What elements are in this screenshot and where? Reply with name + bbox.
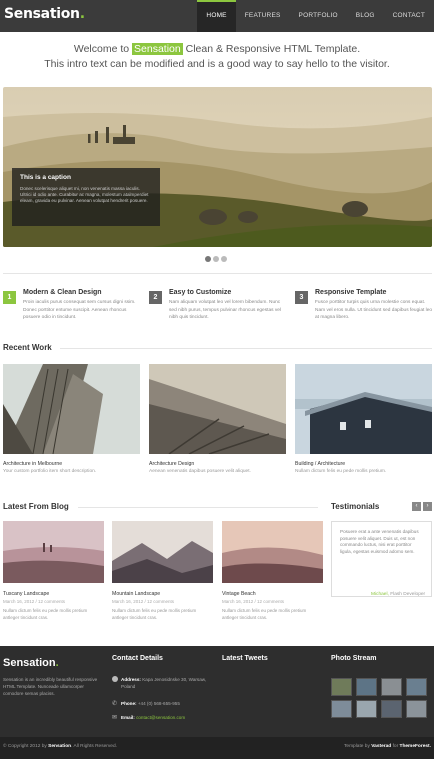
divider <box>3 273 432 274</box>
site-logo[interactable]: Sensation. <box>4 6 85 22</box>
photo-stream-title: Photo Stream <box>331 655 377 662</box>
work-item[interactable]: Building / Architecture Nullam dictum fe… <box>295 364 432 474</box>
testimonials-title: Testimonials <box>331 502 380 511</box>
location-icon <box>112 676 118 682</box>
contact-title: Contact Details <box>112 655 163 662</box>
nav-portfolio[interactable]: PORTFOLIO <box>290 0 347 32</box>
photo-thumbnail[interactable] <box>356 678 377 696</box>
divider <box>60 348 432 349</box>
slider-caption: This is a caption Donec scelerisque aliq… <box>12 168 160 226</box>
photo-thumbnail[interactable] <box>331 678 352 696</box>
testimonial-box: Posuere erat a ante venenatis dapibus po… <box>331 521 432 597</box>
nav-blog[interactable]: BLOG <box>347 0 384 32</box>
email-icon: ✉ <box>112 715 118 721</box>
blog-thumbnail[interactable] <box>222 521 323 583</box>
divider <box>78 507 318 508</box>
photo-stream-grid <box>331 678 427 718</box>
work-item[interactable]: Architecture in Melbourne Your custom po… <box>3 364 140 474</box>
intro-highlight: Sensation <box>132 43 183 55</box>
photo-thumbnail[interactable] <box>381 700 402 718</box>
email[interactable]: Email: contact@sensation.com <box>121 714 185 721</box>
next-arrow-icon[interactable]: › <box>423 502 432 511</box>
feature-easy-customize: 2 Easy to Customize Nam aliquam volutpat… <box>149 289 289 329</box>
photo-thumbnail[interactable] <box>381 678 402 696</box>
blog-post[interactable]: Tuscany Landscape March 16, 2012 / 12 co… <box>3 521 104 621</box>
slider-pagination <box>205 256 227 262</box>
slider-dot[interactable] <box>205 256 211 262</box>
blog-post[interactable]: Mountain Landscape March 16, 2012 / 12 c… <box>112 521 213 621</box>
intro-text: Welcome to Sensation Clean & Responsive … <box>44 43 390 70</box>
feature-modern-design: 1 Modern & Clean Design Proin iaculis pu… <box>3 289 143 329</box>
slider-dot[interactable] <box>221 256 227 262</box>
feature-number-badge: 1 <box>3 291 16 304</box>
work-item[interactable]: Architecture Design Aenean venenatis dap… <box>149 364 286 474</box>
main-nav: HOME FEATURES PORTFOLIO BLOG CONTACT <box>197 0 434 32</box>
photo-thumbnail[interactable] <box>406 700 427 718</box>
address: Address: Kapa Jenosidnske 30, Warsaw, Po… <box>121 677 207 689</box>
feature-number-badge: 3 <box>295 291 308 304</box>
slider-dot[interactable] <box>213 256 219 262</box>
phone: Phone: +44 (0) 568-655-955 <box>121 701 180 706</box>
feature-responsive: 3 Responsive Template Fusce porttitor tu… <box>295 289 434 329</box>
blog-section-title: Latest From Blog <box>3 502 69 511</box>
copyright: © Copyright 2012 by Sensation. All Right… <box>3 744 117 749</box>
nav-contact[interactable]: CONTACT <box>384 0 434 32</box>
footer-about: Sensation is an incredibly beautiful res… <box>3 677 98 696</box>
recent-work-title: Recent Work <box>3 343 52 352</box>
work-thumbnail[interactable] <box>295 364 432 454</box>
work-thumbnail[interactable] <box>3 364 140 454</box>
template-credit: Template by Vasterad for ThemeForest. <box>344 744 431 749</box>
nav-features[interactable]: FEATURES <box>236 0 290 32</box>
phone-icon: ✆ <box>112 701 118 707</box>
photo-thumbnail[interactable] <box>356 700 377 718</box>
prev-arrow-icon[interactable]: ‹ <box>412 502 421 511</box>
work-thumbnail[interactable] <box>149 364 286 454</box>
nav-home[interactable]: HOME <box>197 0 236 32</box>
tweets-title: Latest Tweets <box>222 655 268 662</box>
testimonial-author: Michael, Flash Developer <box>371 592 426 597</box>
blog-post[interactable]: Vintage Beach March 16, 2012 / 12 commen… <box>222 521 323 621</box>
blog-thumbnail[interactable] <box>112 521 213 583</box>
feature-number-badge: 2 <box>149 291 162 304</box>
photo-thumbnail[interactable] <box>331 700 352 718</box>
footer-logo[interactable]: Sensation. <box>3 657 59 669</box>
blog-thumbnail[interactable] <box>3 521 104 583</box>
photo-thumbnail[interactable] <box>406 678 427 696</box>
